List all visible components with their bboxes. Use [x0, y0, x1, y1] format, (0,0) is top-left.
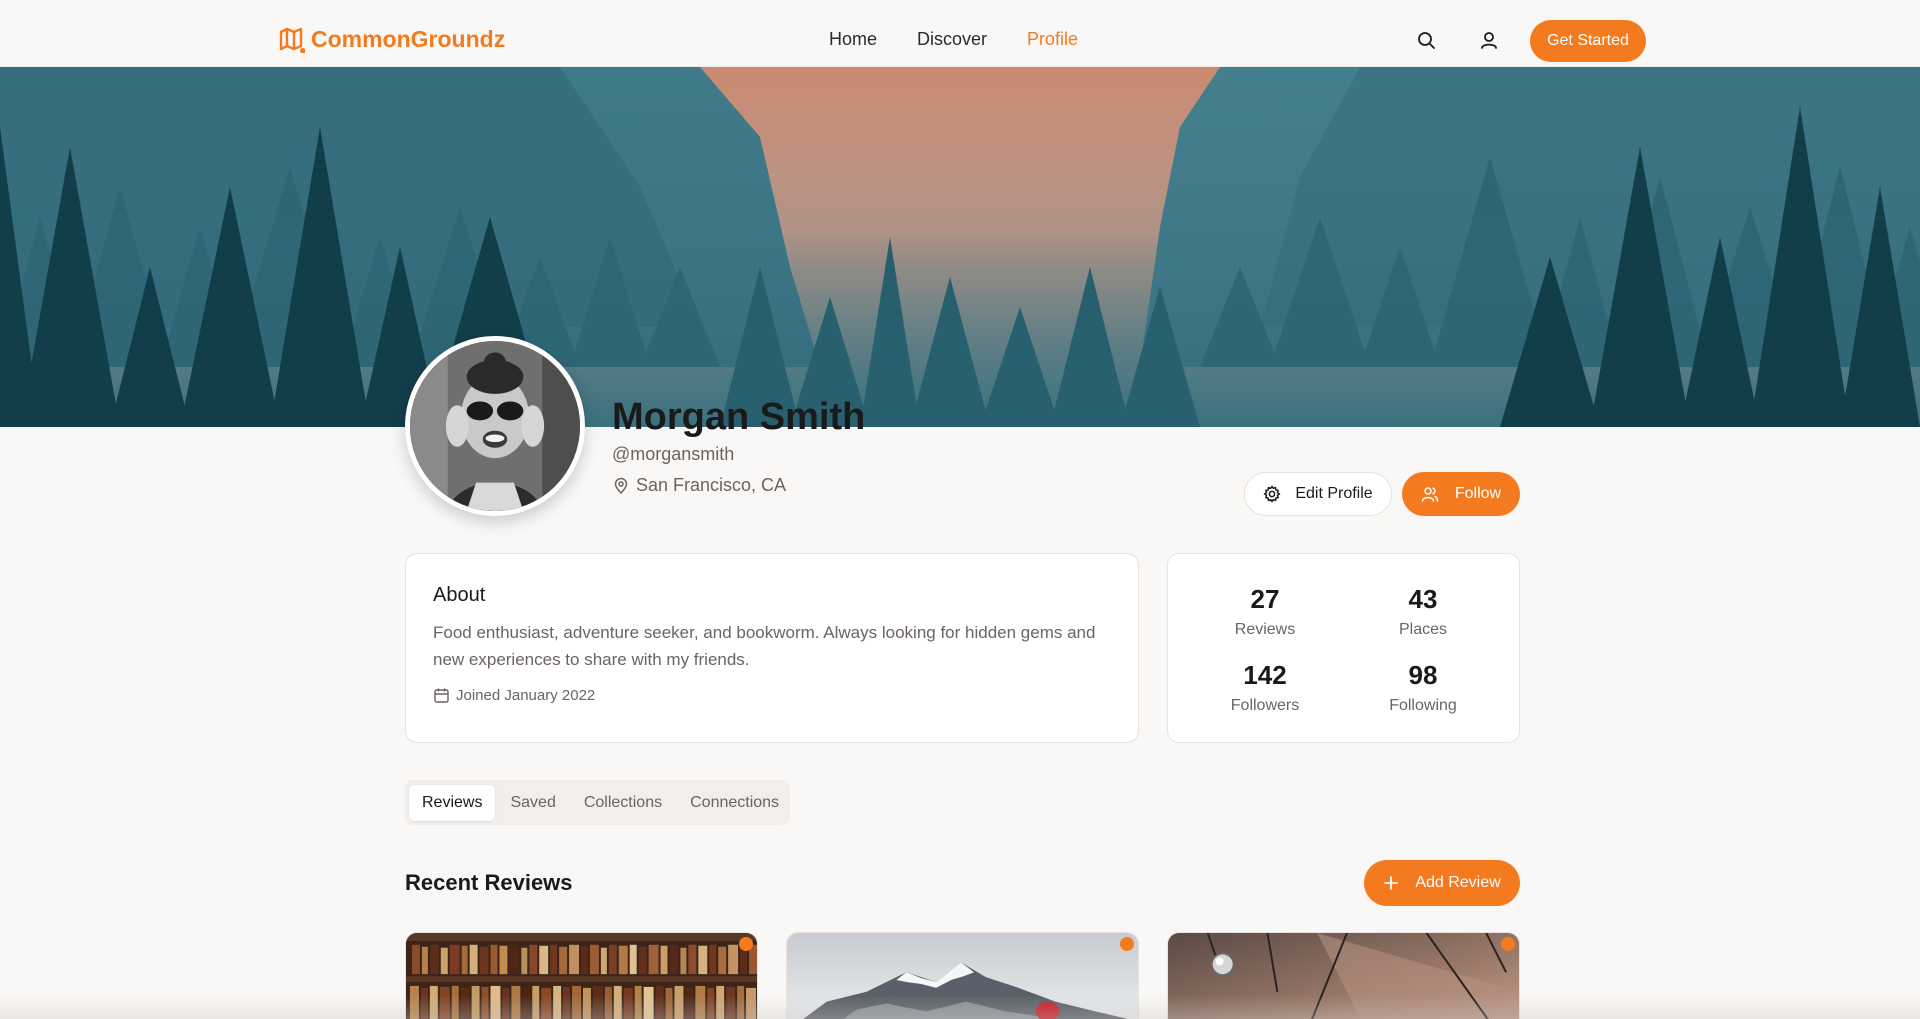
brand-logo[interactable]: CommonGroundz	[279, 26, 505, 53]
cafe-interior-image	[1168, 933, 1519, 1019]
review-card[interactable]	[786, 932, 1139, 1019]
get-started-button[interactable]: Get Started	[1530, 20, 1646, 62]
stat-value: 142	[1243, 660, 1287, 690]
nav-link-profile[interactable]: Profile	[1027, 29, 1078, 50]
stat-reviews[interactable]: 27 Reviews	[1205, 584, 1325, 639]
stat-label: Following	[1389, 697, 1457, 714]
about-title: About	[433, 584, 486, 606]
recent-reviews-title: Recent Reviews	[405, 870, 573, 895]
stat-value: 43	[1408, 584, 1438, 614]
profile-name: Morgan Smith	[612, 396, 866, 438]
map-pin-icon	[614, 477, 628, 494]
add-review-label: Add Review	[1415, 874, 1501, 891]
stat-places[interactable]: 43 Places	[1363, 584, 1483, 639]
stat-label: Reviews	[1234, 621, 1296, 638]
follow-button[interactable]: Follow	[1402, 472, 1520, 516]
category-badge	[1501, 937, 1515, 951]
stat-followers[interactable]: 142 Followers	[1205, 660, 1325, 715]
bookshelf-image	[406, 933, 757, 1019]
stat-label: Places	[1398, 621, 1448, 638]
edit-profile-button[interactable]: Edit Profile	[1244, 472, 1392, 516]
review-card[interactable]	[405, 932, 758, 1019]
stat-value: 98	[1408, 660, 1438, 690]
review-card[interactable]	[1167, 932, 1520, 1019]
search-icon[interactable]	[1415, 29, 1437, 51]
about-card: About Food enthusiast, adventure seeker,…	[405, 553, 1139, 743]
main-nav: Home Discover Profile	[829, 29, 1078, 50]
map-icon	[279, 27, 305, 53]
stat-following[interactable]: 98 Following	[1363, 660, 1483, 715]
users-icon	[1421, 487, 1439, 502]
joined-text: Joined January 2022	[456, 687, 596, 704]
profile-handle: @morgansmith	[612, 444, 735, 464]
nav-link-discover[interactable]: Discover	[917, 29, 987, 50]
profile-photo	[410, 341, 580, 511]
avatar[interactable]	[405, 336, 585, 516]
top-navbar: CommonGroundz Home Discover Profile Get …	[0, 0, 1920, 67]
gear-icon	[1263, 485, 1281, 503]
tab-collections[interactable]: Collections	[571, 785, 675, 821]
plus-icon	[1384, 876, 1399, 890]
profile-location: San Francisco, CA	[612, 475, 786, 496]
nav-link-home[interactable]: Home	[829, 29, 877, 50]
tab-reviews[interactable]: Reviews	[409, 784, 496, 821]
stats-card: 27 Reviews 43 Places 142 Followers 98 Fo…	[1167, 553, 1520, 743]
stat-label: Followers	[1230, 697, 1300, 714]
category-badge	[739, 937, 753, 951]
tab-connections[interactable]: Connections	[677, 785, 792, 821]
calendar-icon	[434, 688, 449, 703]
category-badge	[1120, 937, 1134, 951]
forest-banner-image	[0, 67, 1920, 427]
tab-saved[interactable]: Saved	[497, 785, 568, 821]
add-review-button[interactable]: Add Review	[1364, 860, 1520, 906]
brand-name: CommonGroundz	[311, 26, 506, 52]
stat-value: 27	[1250, 584, 1280, 614]
joined-date: Joined January 2022	[433, 687, 1111, 704]
about-text: Food enthusiast, adventure seeker, and b…	[433, 623, 1096, 669]
location-text: San Francisco, CA	[636, 475, 787, 495]
follow-label: Follow	[1454, 485, 1502, 502]
cover-photo	[0, 67, 1920, 427]
profile-tabs: Reviews Saved Collections Connections	[405, 780, 790, 825]
edit-profile-label: Edit Profile	[1295, 485, 1373, 502]
user-icon[interactable]	[1478, 29, 1500, 51]
mountain-image	[787, 933, 1138, 1019]
